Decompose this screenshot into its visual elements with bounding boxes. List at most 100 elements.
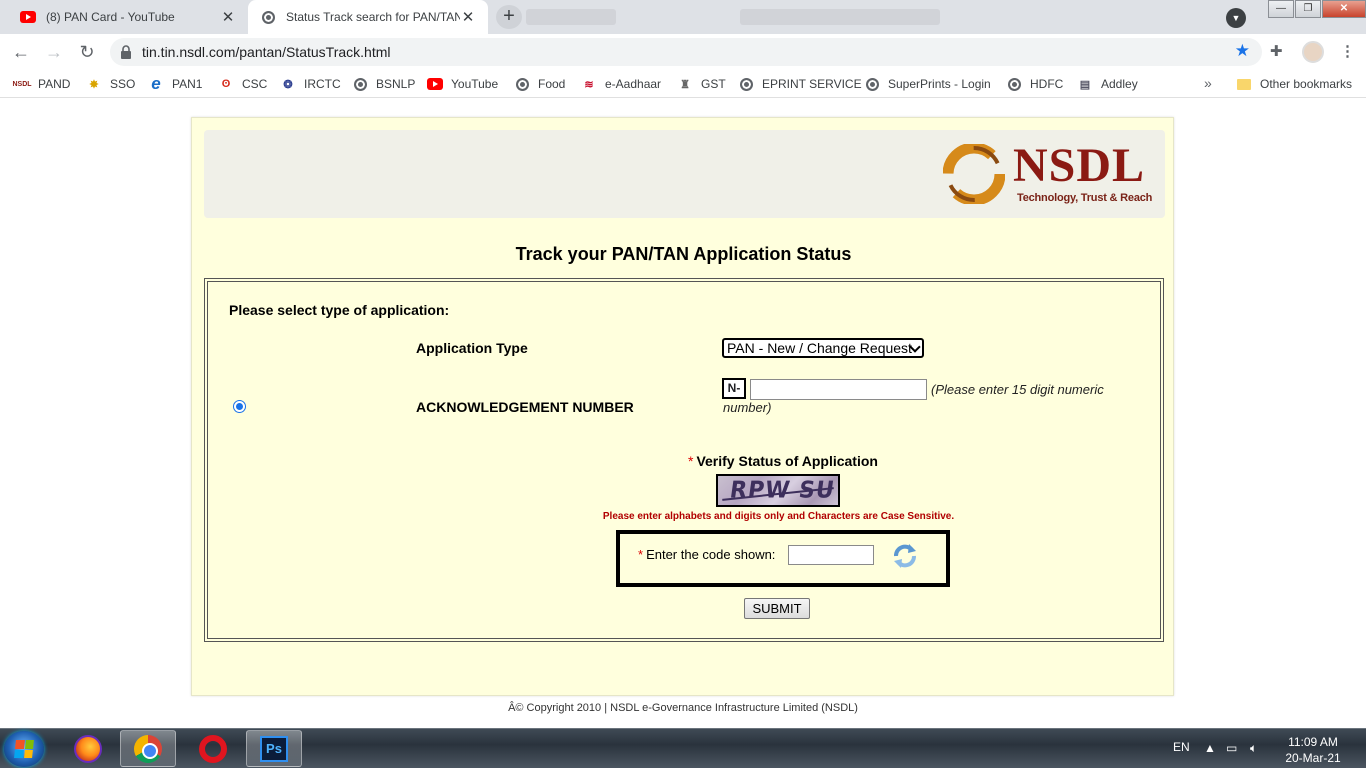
youtube-icon [20, 9, 36, 25]
bookmark-eprint-service[interactable]: EPRINT SERVICE [738, 76, 862, 92]
nsdl-icon: NSDL [12, 80, 32, 88]
aadhaar-icon: ≋ [584, 78, 594, 91]
copyright-footer: Â© Copyright 2010 | NSDL e-Governance In… [508, 702, 858, 714]
profile-avatar[interactable] [1302, 41, 1324, 63]
window-close-button[interactable]: ✕ [1322, 0, 1366, 18]
captcha-image: RPW SU [716, 474, 840, 507]
bookmark-hdfc[interactable]: HDFC [1006, 76, 1063, 92]
status-track-page: NSDL Technology, Trust & Reach Track you… [191, 117, 1174, 696]
globe-icon [864, 76, 880, 92]
background-window-ghost [526, 9, 616, 25]
maximize-button[interactable]: ❐ [1295, 0, 1321, 18]
background-window-ghost [740, 9, 940, 25]
csc-icon: ʘ [221, 78, 231, 90]
acknowledgement-number-input[interactable] [750, 379, 927, 400]
bookmark-gst[interactable]: ♜ GST [677, 76, 726, 92]
addley-icon: ▤ [1079, 78, 1091, 91]
status-form: Please select type of application: Appli… [204, 278, 1164, 642]
bookmark-irctc[interactable]: ❂ IRCTC [280, 76, 340, 92]
irctc-icon: ❂ [283, 78, 293, 91]
verify-status-title: * Verify Status of Application [688, 453, 878, 469]
close-tab-icon[interactable]: ✕ [220, 8, 236, 26]
sso-icon: ✸ [89, 78, 99, 91]
status-form-inner: Please select type of application: Appli… [207, 281, 1161, 639]
extensions-puzzle-icon[interactable]: ✚ [1270, 42, 1283, 60]
close-tab-icon[interactable]: ✕ [460, 8, 476, 26]
code-label: * Enter the code shown: [638, 547, 776, 562]
bookmark-e-aadhaar[interactable]: ≋ e-Aadhaar [581, 76, 661, 92]
kebab-menu-icon[interactable]: ⋮ [1340, 42, 1355, 60]
taskbar-opera[interactable] [185, 730, 241, 767]
opera-icon [199, 734, 227, 763]
bookmark-pan1[interactable]: e PAN1 [148, 74, 202, 93]
start-button[interactable] [4, 731, 44, 767]
lock-icon [120, 45, 132, 59]
minimize-button[interactable]: — [1268, 0, 1294, 18]
windows-taskbar: Ps EN ▲ ▭ 🔈︎ 11:09 AM 20-Mar-21 [0, 728, 1366, 768]
address-bar[interactable]: tin.tin.nsdl.com/pantan/StatusTrack.html… [110, 38, 1262, 66]
bookmark-superprints[interactable]: SuperPrints - Login [864, 76, 991, 92]
acknowledgement-prefix: N- [722, 378, 746, 399]
required-asterisk: * [638, 547, 644, 562]
nsdl-swirl-icon [943, 144, 1005, 204]
browser-toolbar: ← → ↻ tin.tin.nsdl.com/pantan/StatusTrac… [0, 34, 1366, 70]
application-type-value: PAN - New / Change Request [727, 340, 912, 356]
youtube-icon [427, 76, 443, 92]
bookmark-sso[interactable]: ✸ SSO [86, 76, 135, 92]
folder-icon [1236, 76, 1252, 92]
captcha-entry-box: * Enter the code shown: [616, 530, 950, 587]
chrome-icon [134, 734, 162, 763]
logo-tagline: Technology, Trust & Reach [1017, 192, 1153, 204]
bookmark-star-icon[interactable]: ★ [1235, 41, 1250, 61]
globe-icon [514, 76, 530, 92]
firefox-icon [74, 734, 102, 763]
tab-youtube[interactable]: (8) PAN Card - YouTube ✕ [8, 0, 248, 34]
logo-text: NSDL [1013, 139, 1146, 192]
more-bookmarks-chevron-icon[interactable]: » [1204, 75, 1212, 91]
system-clock[interactable]: 11:09 AM 20-Mar-21 [1278, 734, 1348, 766]
globe-icon [260, 9, 276, 25]
forward-arrow-icon[interactable]: → [43, 41, 65, 63]
acknowledgement-radio[interactable] [233, 400, 246, 413]
network-icon[interactable]: ▭ [1226, 741, 1237, 755]
bookmark-pand[interactable]: NSDL PAND [12, 76, 70, 92]
captcha-code-input[interactable] [788, 545, 874, 565]
case-sensitive-note: Please enter alphabets and digits only a… [602, 511, 955, 522]
back-arrow-icon[interactable]: ← [10, 41, 32, 63]
application-type-select[interactable]: PAN - New / Change Request [722, 338, 924, 358]
volume-icon[interactable]: 🔈︎ [1250, 741, 1257, 756]
select-type-label: Please select type of application: [229, 302, 450, 318]
reload-icon[interactable]: ↻ [76, 41, 98, 63]
url-text: tin.tin.nsdl.com/pantan/StatusTrack.html [142, 44, 391, 60]
window-controls: — ❐ ✕ [1267, 0, 1366, 18]
header-banner: NSDL Technology, Trust & Reach [204, 130, 1165, 218]
bookmark-youtube[interactable]: YouTube [427, 76, 498, 92]
taskbar-firefox[interactable] [60, 730, 116, 767]
tab-status-track[interactable]: Status Track search for PAN/TAN ✕ [248, 0, 488, 34]
clock-date: 20-Mar-21 [1285, 751, 1341, 765]
show-hidden-icons-icon[interactable]: ▲ [1204, 741, 1216, 755]
taskbar-photoshop[interactable]: Ps [246, 730, 302, 767]
acknowledgement-label: ACKNOWLEDGEMENT NUMBER [416, 399, 634, 415]
photoshop-icon: Ps [260, 735, 288, 762]
application-type-label: Application Type [416, 340, 528, 356]
nsdl-logo: NSDL Technology, Trust & Reach [937, 132, 1157, 214]
bookmark-csc[interactable]: ʘ CSC [218, 76, 268, 92]
tab-search-icon[interactable]: ▼ [1226, 8, 1246, 28]
bookmark-food[interactable]: Food [514, 76, 565, 92]
submit-button[interactable]: SUBMIT [744, 598, 810, 619]
page-title: Track your PAN/TAN Application Status [515, 244, 852, 264]
bookmark-bsnlp[interactable]: BSNLP [352, 76, 415, 92]
taskbar-chrome[interactable] [120, 730, 176, 767]
bookmark-addley[interactable]: ▤ Addley [1077, 76, 1138, 92]
tab-strip: (8) PAN Card - YouTube ✕ Status Track se… [0, 0, 1366, 34]
language-indicator[interactable]: EN [1173, 740, 1190, 754]
tab-title: Status Track search for PAN/TAN [286, 10, 460, 24]
globe-icon [738, 76, 754, 92]
new-tab-button[interactable]: + [496, 5, 522, 29]
other-bookmarks[interactable]: Other bookmarks [1236, 76, 1352, 92]
required-asterisk: * [688, 453, 694, 469]
refresh-captcha-icon[interactable] [890, 542, 920, 570]
globe-icon [1006, 76, 1022, 92]
emblem-icon: ♜ [680, 78, 690, 91]
